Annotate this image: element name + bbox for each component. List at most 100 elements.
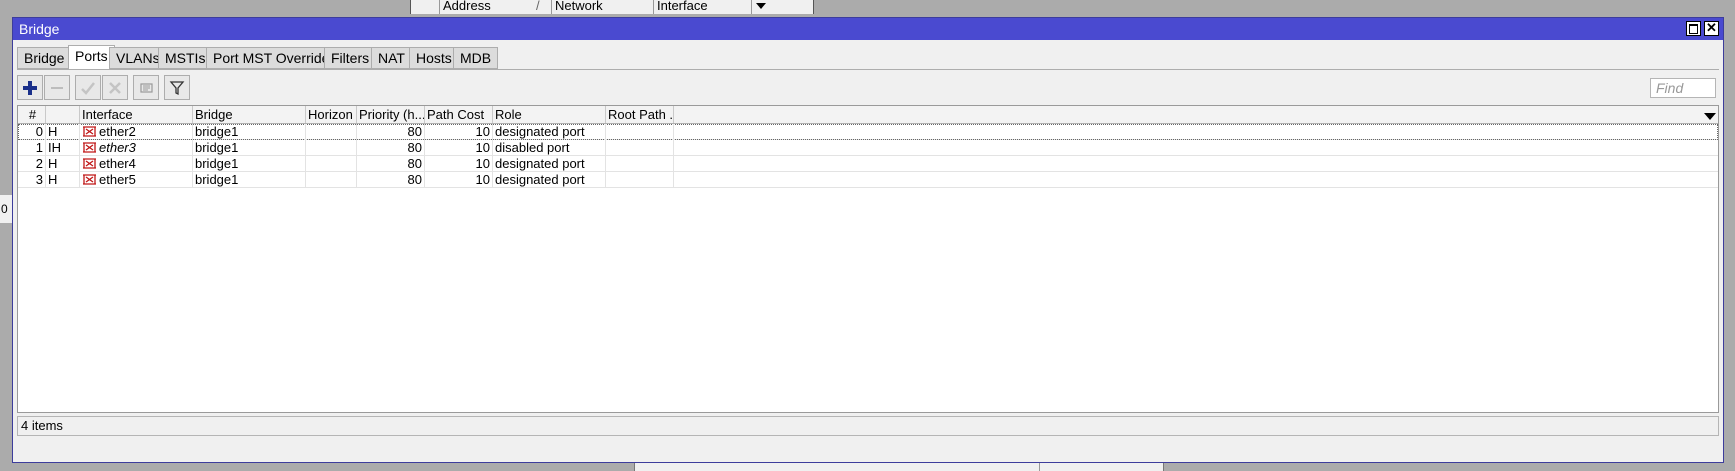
funnel-icon [169, 80, 185, 95]
cell-role: designated port [493, 156, 606, 172]
disable-button[interactable] [102, 75, 128, 100]
ethernet-port-icon [83, 142, 96, 153]
tab-mstis[interactable]: MSTIs [158, 47, 213, 69]
bg-column-interface[interactable]: Interface [653, 0, 753, 14]
add-button[interactable] [17, 75, 43, 100]
bg-column-menu-button[interactable] [751, 0, 775, 14]
cell-bridge: bridge1 [193, 140, 306, 156]
cell-bridge: bridge1 [193, 172, 306, 188]
cell-priority: 80 [357, 172, 425, 188]
column-header-horizon[interactable]: Horizon [306, 106, 357, 123]
chevron-down-icon [1704, 113, 1716, 120]
find-input[interactable] [1650, 78, 1716, 98]
cell-role: designated port [493, 124, 606, 140]
tab-port-mst-overrides[interactable]: Port MST Overrides [206, 47, 344, 69]
status-bar: 4 items [17, 416, 1719, 436]
item-count: 4 items [21, 418, 63, 433]
column-header-priority[interactable]: Priority (h... [357, 106, 425, 123]
bg-fragment-text: 0 [1, 202, 8, 216]
cell-interface: ether5 [80, 172, 193, 188]
note-icon [140, 82, 153, 93]
close-button[interactable]: ✕ [1704, 21, 1719, 36]
table-row[interactable]: 0 H ether2 bridge1 80 10 designated port [18, 124, 1718, 140]
cell-root-path [606, 172, 674, 188]
remove-button[interactable] [44, 75, 70, 100]
filter-button[interactable] [164, 75, 190, 100]
column-header-role[interactable]: Role [493, 106, 606, 123]
cell-flags: H [46, 124, 80, 140]
cell-bridge: bridge1 [193, 124, 306, 140]
cell-root-path [606, 140, 674, 156]
column-header-bridge[interactable]: Bridge [193, 106, 306, 123]
tab-mdb[interactable]: MDB [453, 47, 499, 69]
divider [1039, 463, 1040, 471]
cell-flags: H [46, 172, 80, 188]
interface-name: ether5 [99, 172, 136, 187]
cell-bridge: bridge1 [193, 156, 306, 172]
cell-root-path [606, 124, 674, 140]
cell-horizon [306, 172, 357, 188]
tab-nat[interactable]: NAT [371, 47, 412, 69]
table-row[interactable]: 1 IH ether3 bridge1 80 10 disabled port [18, 140, 1718, 156]
column-header-flags[interactable] [46, 106, 80, 123]
column-header-root-path[interactable]: Root Path ... [606, 106, 674, 123]
cell-path-cost: 10 [425, 156, 493, 172]
bg-column-network[interactable]: Network [551, 0, 655, 14]
tab-hosts[interactable]: Hosts [409, 47, 459, 69]
tab-divider [17, 69, 1719, 70]
enable-button[interactable] [75, 75, 101, 100]
bg-column-address[interactable]: Address / [439, 0, 553, 14]
chevron-down-icon [756, 3, 766, 9]
column-header-path-cost[interactable]: Path Cost [425, 106, 493, 123]
window-titlebar[interactable]: Bridge ✕ [13, 18, 1723, 40]
cell-priority: 80 [357, 124, 425, 140]
tab-filters[interactable]: Filters [324, 47, 377, 69]
cell-horizon [306, 124, 357, 140]
cell-horizon [306, 140, 357, 156]
table-row[interactable]: 3 H ether5 bridge1 80 10 designated port [18, 172, 1718, 188]
bg-column-label: Network [555, 0, 603, 13]
cell-path-cost: 10 [425, 124, 493, 140]
cell-interface: ether3 [80, 140, 193, 156]
cell-role: designated port [493, 172, 606, 188]
table-row[interactable]: 2 H ether4 bridge1 80 10 designated port [18, 156, 1718, 172]
ethernet-port-icon [83, 158, 96, 169]
plus-icon [23, 80, 37, 95]
cell-flags: IH [46, 140, 80, 156]
column-menu-button[interactable] [1704, 109, 1716, 121]
ports-table: # Interface Bridge Horizon Priority (h..… [17, 105, 1719, 413]
column-header-number[interactable]: # [18, 106, 46, 123]
tab-bridge[interactable]: Bridge [17, 47, 72, 69]
ethernet-port-icon [83, 174, 96, 185]
sort-indicator: / [536, 0, 540, 13]
close-icon: ✕ [1706, 20, 1717, 35]
cell-interface: ether2 [80, 124, 193, 140]
bg-column-label: Address [443, 0, 491, 13]
background-window-header: Address / Network Interface [410, 0, 814, 14]
cell-role: disabled port [493, 140, 606, 156]
cell-priority: 80 [357, 156, 425, 172]
ethernet-port-icon [83, 126, 96, 137]
cross-icon [109, 81, 121, 94]
interface-name: ether3 [99, 140, 136, 155]
cell-number: 3 [18, 172, 46, 188]
comment-button[interactable] [133, 75, 159, 100]
checkmark-icon [81, 81, 95, 95]
tab-ports[interactable]: Ports [68, 45, 115, 70]
minus-icon [51, 86, 63, 89]
cell-horizon [306, 156, 357, 172]
cell-priority: 80 [357, 140, 425, 156]
maximize-icon [1689, 24, 1698, 34]
interface-name: ether2 [99, 124, 136, 139]
window-title: Bridge [19, 21, 60, 37]
cell-root-path [606, 156, 674, 172]
interface-name: ether4 [99, 156, 136, 171]
bridge-window: Bridge ✕ Bridge Ports VLANs MSTIs Port M… [12, 17, 1724, 463]
cell-number: 1 [18, 140, 46, 156]
column-header-interface[interactable]: Interface [80, 106, 193, 123]
cell-flags: H [46, 156, 80, 172]
maximize-button[interactable] [1686, 21, 1701, 36]
bg-column-label: Interface [657, 0, 708, 13]
table-header: # Interface Bridge Horizon Priority (h..… [18, 106, 1718, 124]
cell-interface: ether4 [80, 156, 193, 172]
